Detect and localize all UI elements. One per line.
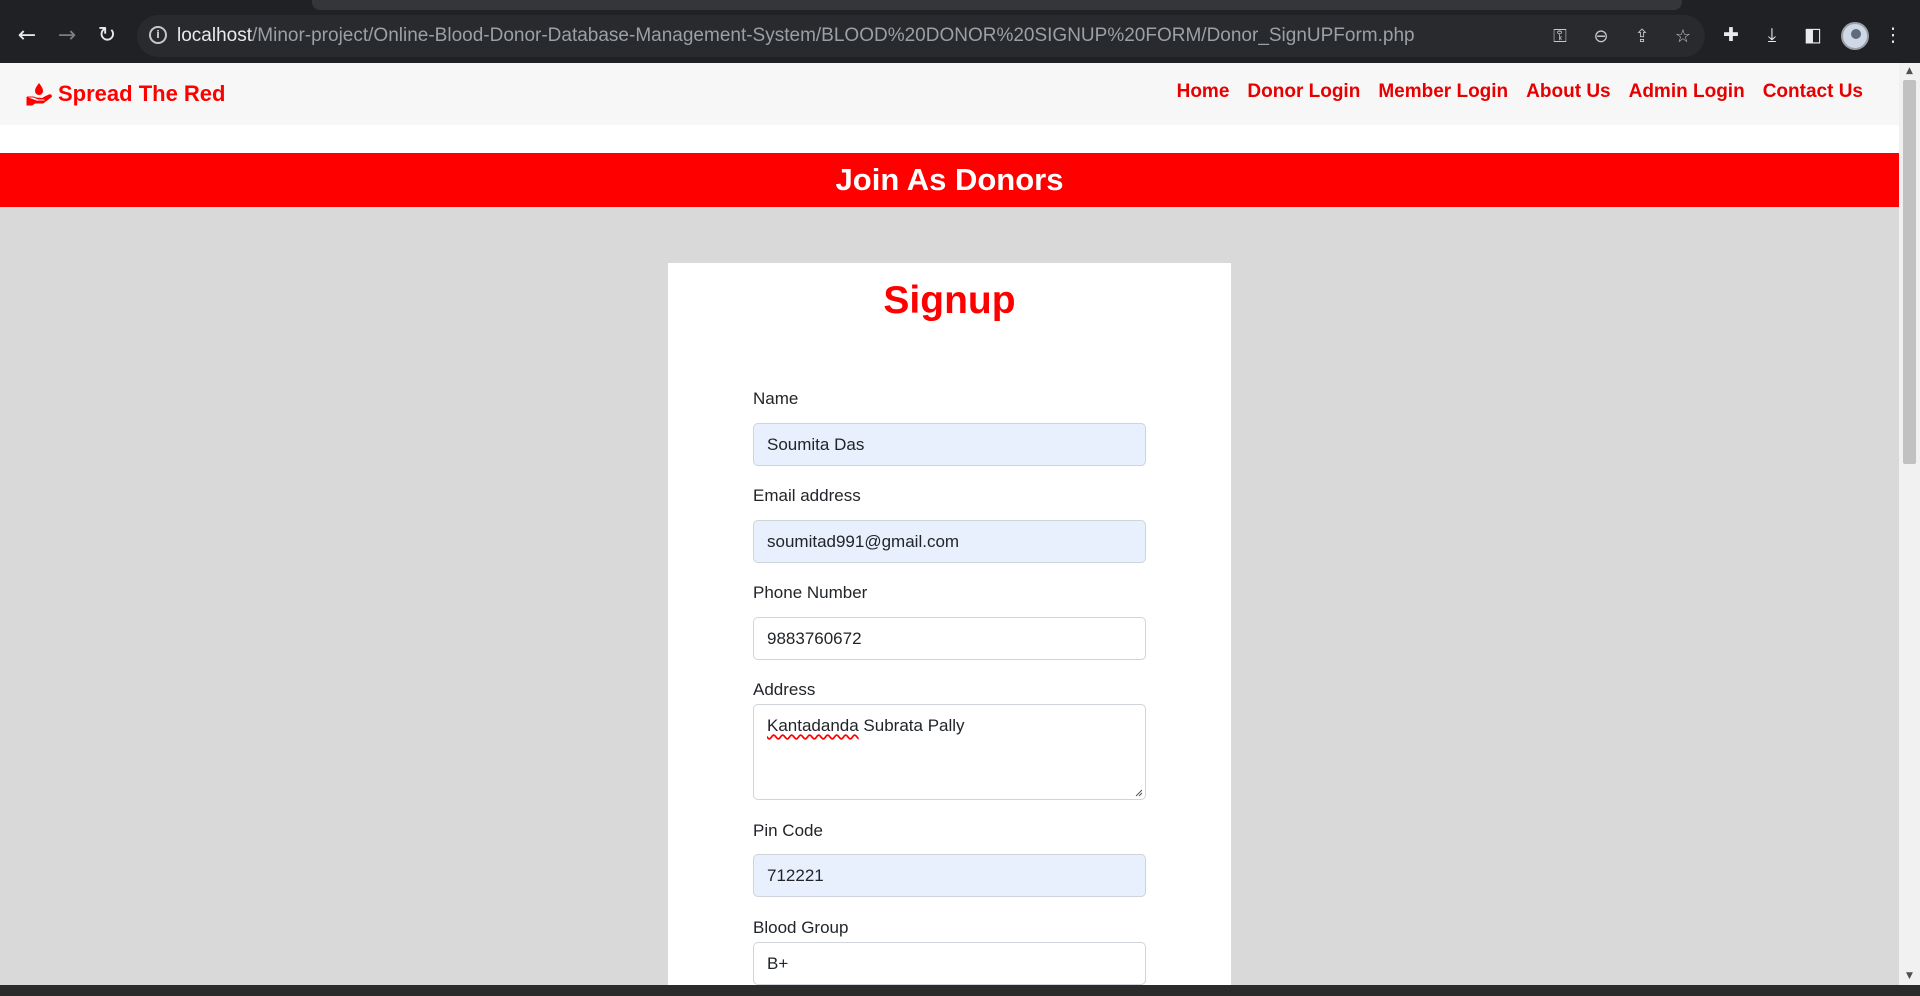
page-banner: Join As Donors bbox=[0, 153, 1899, 207]
reload-icon[interactable]: ↻ bbox=[93, 22, 121, 50]
kebab-menu-icon[interactable]: ⋮ bbox=[1880, 22, 1906, 48]
name-field[interactable]: Soumita Das bbox=[753, 423, 1146, 466]
brand-name: Spread The Red bbox=[58, 81, 226, 106]
nav-link-donor-login[interactable]: Donor Login bbox=[1247, 81, 1360, 103]
url-host: localhost bbox=[177, 25, 252, 46]
site-navbar: Spread The Red Home Donor Login Member L… bbox=[0, 63, 1899, 125]
star-icon[interactable]: ☆ bbox=[1671, 25, 1695, 49]
download-icon[interactable]: ⤓ bbox=[1759, 22, 1785, 48]
tab-strip bbox=[0, 0, 1920, 10]
blood-group-label: Blood Group bbox=[753, 918, 849, 937]
name-label: Name bbox=[753, 389, 799, 408]
address-textarea[interactable]: Kantadanda Subrata Pally bbox=[753, 704, 1146, 800]
nav-link-member-login[interactable]: Member Login bbox=[1378, 81, 1508, 103]
scrollbar-thumb[interactable] bbox=[1903, 80, 1916, 464]
window-bottom-edge bbox=[0, 985, 1920, 996]
scroll-down-arrow-icon[interactable]: ▼ bbox=[1899, 968, 1920, 985]
forward-arrow-icon[interactable]: → bbox=[53, 22, 81, 50]
scroll-up-arrow-icon[interactable]: ▲ bbox=[1899, 63, 1920, 80]
form-title: Signup bbox=[883, 279, 1016, 322]
pincode-field[interactable]: 712221 bbox=[753, 854, 1146, 897]
email-field[interactable]: soumitad991@gmail.com bbox=[753, 520, 1146, 563]
phone-field[interactable]: 9883760672 bbox=[753, 617, 1146, 660]
side-panel-icon[interactable]: ◧ bbox=[1800, 22, 1826, 48]
key-icon[interactable]: ⚿ bbox=[1548, 25, 1572, 49]
brand-logo[interactable]: Spread The Red bbox=[26, 77, 225, 111]
address-text: Subrata Pally bbox=[858, 716, 965, 735]
resize-grip-icon[interactable] bbox=[1133, 787, 1143, 797]
nav-link-contact-us[interactable]: Contact Us bbox=[1763, 81, 1863, 103]
navbar-spacer bbox=[0, 125, 1899, 153]
url-path: /Minor-project/Online-Blood-Donor-Databa… bbox=[252, 25, 1415, 46]
email-label: Email address bbox=[753, 486, 861, 505]
active-tab[interactable] bbox=[312, 0, 1682, 10]
blood-group-field[interactable]: B+ bbox=[753, 942, 1146, 985]
address-label: Address bbox=[753, 680, 816, 699]
browser-toolbar: ← → ↻ i localhost/Minor-project/Online-B… bbox=[0, 0, 1920, 63]
back-arrow-icon[interactable]: ← bbox=[13, 22, 41, 50]
address-bar[interactable]: i localhost/Minor-project/Online-Blood-D… bbox=[137, 15, 1705, 57]
page-scrollbar[interactable]: ▲ ▼ bbox=[1899, 63, 1920, 985]
puzzle-extensions-icon[interactable]: ✚ bbox=[1718, 22, 1744, 48]
profile-avatar[interactable] bbox=[1841, 22, 1869, 50]
url-text[interactable]: localhost/Minor-project/Online-Blood-Don… bbox=[177, 25, 1415, 47]
address-misspelled-word: Kantadanda bbox=[767, 716, 859, 735]
page-viewport: Spread The Red Home Donor Login Member L… bbox=[0, 63, 1899, 985]
zoom-out-icon[interactable]: ⊖ bbox=[1589, 25, 1613, 49]
nav-link-home[interactable]: Home bbox=[1177, 81, 1230, 103]
pincode-label: Pin Code bbox=[753, 821, 823, 840]
nav-link-admin-login[interactable]: Admin Login bbox=[1629, 81, 1745, 103]
nav-links: Home Donor Login Member Login About Us A… bbox=[1177, 81, 1863, 103]
share-icon[interactable]: ⇪ bbox=[1630, 25, 1654, 49]
phone-label: Phone Number bbox=[753, 583, 868, 602]
nav-link-about-us[interactable]: About Us bbox=[1526, 81, 1610, 103]
signup-form-card: Signup Name Soumita Das Email address so… bbox=[668, 263, 1231, 985]
site-info-icon[interactable]: i bbox=[149, 26, 167, 44]
hand-holding-drop-icon bbox=[26, 83, 52, 106]
